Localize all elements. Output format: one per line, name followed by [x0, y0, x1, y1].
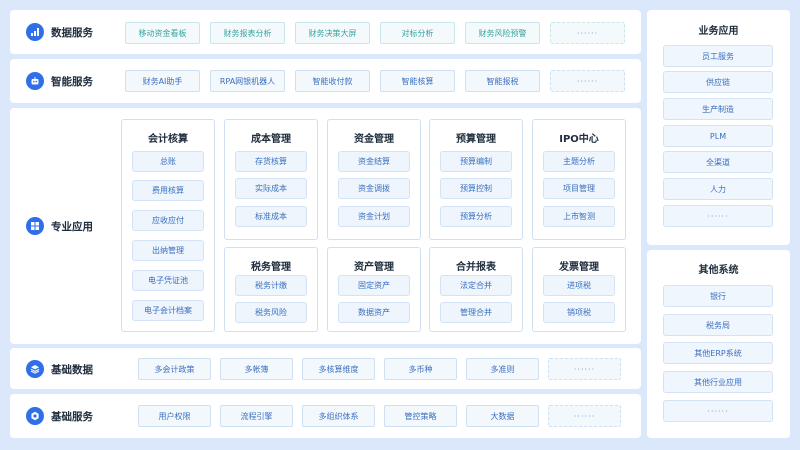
module-card-tax: 税务管理 税务计缴 税务风险	[224, 247, 318, 332]
module-item[interactable]: 管理合并	[440, 302, 512, 323]
row-label-text: 智能服务	[51, 75, 93, 88]
business-app-item[interactable]: PLM	[663, 125, 773, 147]
row-label-base-service: 基础服务	[26, 407, 93, 425]
module-item[interactable]: 进项税	[543, 275, 615, 296]
module-item[interactable]: 存货核算	[235, 151, 307, 172]
module-title: 合并报表	[456, 262, 496, 273]
chip-base-data[interactable]: 多准则	[466, 358, 539, 380]
module-item[interactable]: 实际成本	[235, 178, 307, 199]
chip-more[interactable]: ······	[550, 70, 625, 92]
module-item[interactable]: 电子凭证池	[132, 270, 204, 291]
row-label-data-service: 数据服务	[26, 23, 93, 41]
other-system-item[interactable]: 银行	[663, 285, 773, 307]
chip-smart-service[interactable]: 智能收付款	[295, 70, 370, 92]
grid-icon	[26, 217, 44, 235]
module-title: 发票管理	[559, 262, 599, 273]
business-app-item[interactable]: 生产制造	[663, 98, 773, 120]
module-card-funds: 资金管理 资金结算 资金调拨 资金计划	[327, 119, 421, 240]
gear-icon	[26, 407, 44, 425]
business-apps-title: 业务应用	[698, 26, 739, 37]
module-card-assets: 资产管理 固定资产 数据资产	[327, 247, 421, 332]
chip-base-service[interactable]: 大数据	[466, 405, 539, 427]
row-label-base-data: 基础数据	[26, 360, 93, 378]
module-item[interactable]: 应收应付	[132, 210, 204, 231]
chip-data-service[interactable]: 财务风险预警	[465, 22, 540, 44]
module-item[interactable]: 费用核算	[132, 180, 204, 201]
other-systems-title: 其他系统	[698, 265, 739, 276]
robot-icon	[26, 72, 44, 90]
business-app-item[interactable]: 全渠道	[663, 151, 773, 173]
module-item[interactable]: 上市智测	[543, 206, 615, 227]
business-app-item[interactable]: 员工服务	[663, 45, 773, 67]
module-title: 资金管理	[354, 134, 394, 145]
module-item[interactable]: 数据资产	[338, 302, 410, 323]
module-title: 会计核算	[148, 134, 188, 145]
module-title: 资产管理	[354, 262, 394, 273]
chip-more[interactable]: ······	[548, 358, 621, 380]
row-label-text: 专业应用	[51, 220, 93, 233]
module-card-cost: 成本管理 存货核算 实际成本 标准成本	[224, 119, 318, 240]
chip-data-service[interactable]: 对标分析	[380, 22, 455, 44]
module-item[interactable]: 固定资产	[338, 275, 410, 296]
module-item[interactable]: 项目管理	[543, 178, 615, 199]
row-label-text: 基础服务	[51, 410, 93, 423]
chip-data-service[interactable]: 财务报表分析	[210, 22, 285, 44]
row-label-text: 基础数据	[51, 363, 93, 376]
chip-smart-service[interactable]: 财务AI助手	[125, 70, 200, 92]
chip-data-service[interactable]: 财务决策大屏	[295, 22, 370, 44]
chip-base-data[interactable]: 多帐簿	[220, 358, 293, 380]
chip-more[interactable]: ······	[550, 22, 625, 44]
module-item[interactable]: 标准成本	[235, 206, 307, 227]
module-item[interactable]: 法定合并	[440, 275, 512, 296]
chip-smart-service[interactable]: RPA网银机器人	[210, 70, 285, 92]
other-system-item[interactable]: 税务局	[663, 314, 773, 336]
chip-smart-service[interactable]: 智能报税	[465, 70, 540, 92]
module-item[interactable]: 预算分析	[440, 206, 512, 227]
chip-base-data[interactable]: 多币种	[384, 358, 457, 380]
module-card-budget: 预算管理 预算编制 预算控制 预算分析	[429, 119, 523, 240]
bar-chart-icon	[26, 23, 44, 41]
module-card-consolidation: 合并报表 法定合并 管理合并	[429, 247, 523, 332]
business-app-item[interactable]: 人力	[663, 178, 773, 200]
module-item[interactable]: 预算控制	[440, 178, 512, 199]
row-label-smart-service: 智能服务	[26, 72, 93, 90]
other-system-more[interactable]: ······	[663, 400, 773, 422]
module-item[interactable]: 资金调拨	[338, 178, 410, 199]
chip-base-data[interactable]: 多核算维度	[302, 358, 375, 380]
layers-icon	[26, 360, 44, 378]
module-card-accounting: 会计核算 总账 费用核算 应收应付 出纳管理 电子凭证池 电子会计档案	[121, 119, 215, 332]
module-item[interactable]: 销项税	[543, 302, 615, 323]
module-item[interactable]: 税务风险	[235, 302, 307, 323]
row-label-text: 数据服务	[51, 26, 93, 39]
chip-base-data[interactable]: 多会计政策	[138, 358, 211, 380]
chip-base-service[interactable]: 管控策略	[384, 405, 457, 427]
module-title: 税务管理	[251, 262, 291, 273]
module-item[interactable]: 税务计缴	[235, 275, 307, 296]
business-app-item[interactable]: 供应链	[663, 71, 773, 93]
module-title: IPO中心	[559, 134, 599, 145]
business-app-more[interactable]: ······	[663, 205, 773, 227]
chip-more[interactable]: ······	[548, 405, 621, 427]
module-item[interactable]: 电子会计档案	[132, 300, 204, 321]
chip-base-service[interactable]: 流程引擎	[220, 405, 293, 427]
module-title: 预算管理	[456, 134, 496, 145]
module-item[interactable]: 资金计划	[338, 206, 410, 227]
module-card-ipo: IPO中心 主题分析 项目管理 上市智测	[532, 119, 626, 240]
chip-data-service[interactable]: 移动资金看板	[125, 22, 200, 44]
module-card-invoice: 发票管理 进项税 销项税	[532, 247, 626, 332]
module-item[interactable]: 预算编制	[440, 151, 512, 172]
module-item[interactable]: 出纳管理	[132, 240, 204, 261]
row-label-professional-app: 专业应用	[26, 217, 93, 235]
chip-base-service[interactable]: 多组织体系	[302, 405, 375, 427]
chip-base-service[interactable]: 用户权限	[138, 405, 211, 427]
module-item[interactable]: 主题分析	[543, 151, 615, 172]
module-item[interactable]: 资金结算	[338, 151, 410, 172]
module-title: 成本管理	[251, 134, 291, 145]
module-item[interactable]: 总账	[132, 151, 204, 172]
other-system-item[interactable]: 其他行业应用	[663, 371, 773, 393]
chip-smart-service[interactable]: 智能核算	[380, 70, 455, 92]
other-system-item[interactable]: 其他ERP系统	[663, 342, 773, 364]
